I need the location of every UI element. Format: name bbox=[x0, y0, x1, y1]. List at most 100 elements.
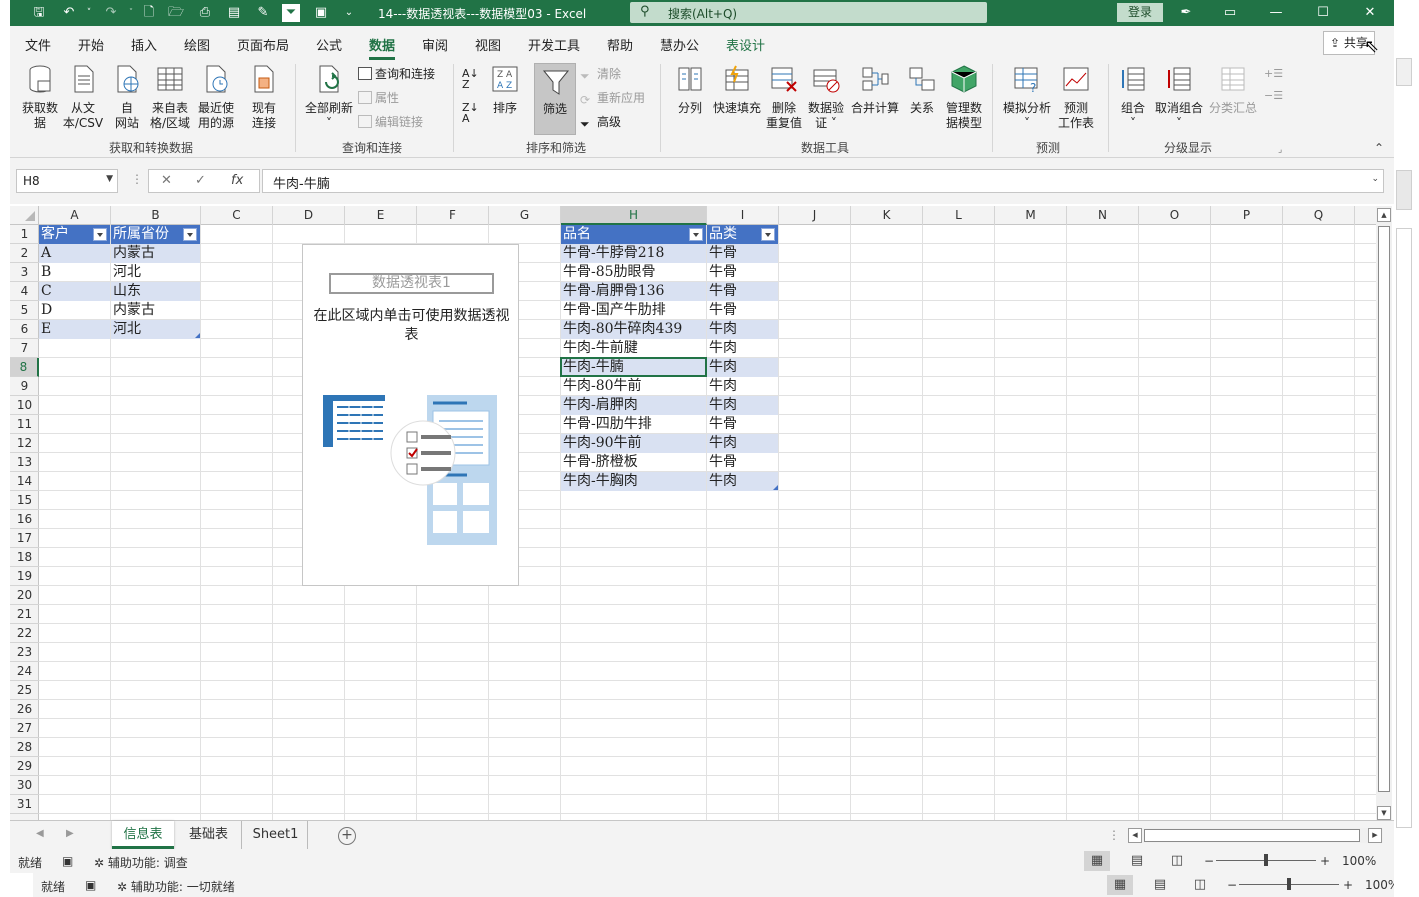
table-cell[interactable]: 牛骨 bbox=[707, 244, 778, 263]
tab-developer[interactable]: 开发工具 bbox=[528, 35, 580, 54]
column-header-M[interactable]: M bbox=[995, 206, 1067, 225]
page-break-view-icon-2[interactable]: ◫ bbox=[1187, 875, 1213, 895]
row-header-21[interactable]: 21 bbox=[10, 605, 39, 624]
tab-draw[interactable]: 绘图 bbox=[184, 35, 210, 54]
zoom-slider-knob-2[interactable] bbox=[1287, 878, 1291, 890]
horizontal-scrollbar[interactable]: ◀ ▶ bbox=[1128, 828, 1383, 843]
sheet-tab-info[interactable]: 信息表 bbox=[112, 821, 174, 849]
filter-dropdown-icon[interactable] bbox=[183, 228, 197, 241]
column-header-B[interactable]: B bbox=[111, 206, 201, 225]
table-cell[interactable]: 河北 bbox=[111, 263, 200, 282]
from-table-button[interactable]: 来自表 格/区域 bbox=[148, 64, 192, 131]
tab-data[interactable]: 数据 bbox=[369, 35, 396, 60]
cancel-icon[interactable]: ✕ bbox=[161, 173, 172, 188]
row-header-30[interactable]: 30 bbox=[10, 776, 39, 795]
zoom-in-icon[interactable]: + bbox=[1320, 854, 1330, 868]
accessibility-status-2[interactable]: ✲ 辅助功能: 一切就绪 bbox=[117, 878, 235, 895]
search-box[interactable]: ⚲ 搜索(Alt+Q) bbox=[630, 2, 987, 23]
insert-function-icon[interactable]: fx bbox=[231, 173, 243, 188]
tab-table-design[interactable]: 表设计 bbox=[726, 35, 765, 54]
data-validation-button[interactable]: 数据验证 ˅ bbox=[806, 64, 846, 131]
table-cell[interactable]: 牛骨-脐橙板 bbox=[561, 453, 706, 472]
row-header-11[interactable]: 11 bbox=[10, 415, 39, 434]
table-resize-handle[interactable] bbox=[773, 485, 778, 490]
horizontal-scroll-thumb[interactable] bbox=[1144, 829, 1360, 842]
column-header-E[interactable]: E bbox=[345, 206, 417, 225]
row-header-19[interactable]: 19 bbox=[10, 567, 39, 586]
column-header-G[interactable]: G bbox=[489, 206, 561, 225]
enter-icon[interactable]: ✓ bbox=[195, 173, 206, 188]
name-box-dropdown-icon[interactable]: ▼ bbox=[106, 174, 113, 184]
tab-help[interactable]: 帮助 bbox=[607, 35, 633, 54]
table-cell[interactable]: 牛骨 bbox=[707, 415, 778, 434]
column-header-N[interactable]: N bbox=[1067, 206, 1139, 225]
filter-quick-icon[interactable]: ⏷ bbox=[282, 4, 300, 22]
close-icon[interactable]: ✕ bbox=[1360, 3, 1380, 23]
row-header-1[interactable]: 1 bbox=[10, 225, 39, 244]
table-cell[interactable]: 山东 bbox=[111, 282, 200, 301]
row-header-31[interactable]: 31 bbox=[10, 795, 39, 814]
flash-fill-button[interactable]: 快速填充 bbox=[710, 64, 764, 116]
row-header-10[interactable]: 10 bbox=[10, 396, 39, 415]
tab-review[interactable]: 审阅 bbox=[422, 35, 448, 54]
page-layout-view-icon-2[interactable]: ▤ bbox=[1147, 875, 1173, 895]
expand-formula-icon[interactable]: ⌄ bbox=[1371, 174, 1379, 184]
redo-dropdown-icon[interactable]: ˅ bbox=[122, 4, 140, 22]
queries-connections-button[interactable]: 查询和连接 bbox=[358, 66, 435, 82]
table-cell[interactable]: 牛肉-牛腩 bbox=[561, 358, 706, 377]
column-header-C[interactable]: C bbox=[201, 206, 273, 225]
table-cell[interactable]: 牛肉-牛前腱 bbox=[561, 339, 706, 358]
row-header-4[interactable]: 4 bbox=[10, 282, 39, 301]
customize-qat-icon[interactable]: ⌄ bbox=[340, 4, 358, 22]
select-all-corner[interactable] bbox=[10, 206, 39, 225]
tab-huibangong[interactable]: 慧办公 bbox=[660, 35, 699, 54]
new-file-icon[interactable]: 🗋 bbox=[140, 4, 158, 22]
show-detail-icon[interactable]: +☰ bbox=[1264, 66, 1283, 82]
advanced-filter-button[interactable]: ⏷ 高级 bbox=[580, 114, 621, 131]
row-header-24[interactable]: 24 bbox=[10, 662, 39, 681]
row-header-29[interactable]: 29 bbox=[10, 757, 39, 776]
sort-za-button[interactable]: Z↓ A bbox=[462, 102, 479, 124]
column-header-O[interactable]: O bbox=[1139, 206, 1211, 225]
page-break-view-icon[interactable]: ◫ bbox=[1164, 851, 1190, 871]
ribbon-display-icon[interactable]: ▭ bbox=[1220, 3, 1240, 23]
table-cell[interactable]: 牛肉 bbox=[707, 377, 778, 396]
row-header-12[interactable]: 12 bbox=[10, 434, 39, 453]
clear-filter-button[interactable]: ⏷ 清除 bbox=[580, 66, 621, 83]
page-layout-view-icon[interactable]: ▤ bbox=[1124, 851, 1150, 871]
hide-detail-icon[interactable]: −☰ bbox=[1264, 88, 1283, 104]
row-header-8[interactable]: 8 bbox=[10, 358, 39, 377]
column-header-Q[interactable]: Q bbox=[1283, 206, 1355, 225]
quick-tool-icon[interactable]: ✎ bbox=[254, 4, 272, 22]
manage-data-model-button[interactable]: 管理数 据模型 bbox=[942, 64, 986, 131]
cells-area[interactable]: 客户 所属省份 A 内蒙古 B 河北 C 山东 D 内蒙古 E 河北 品名 品类 牛骨-牛脖骨218 牛骨 牛骨… bbox=[39, 225, 1376, 820]
row-header-25[interactable]: 25 bbox=[10, 681, 39, 700]
scroll-left-icon[interactable]: ◀ bbox=[1128, 828, 1142, 843]
next-sheet-icon[interactable]: ▶ bbox=[66, 828, 74, 839]
formula-bar-splitter-icon[interactable]: ⋮ bbox=[131, 172, 143, 186]
table-cell[interactable]: 内蒙古 bbox=[111, 301, 200, 320]
table-cell[interactable]: 内蒙古 bbox=[111, 244, 200, 263]
zoom-out-icon-2[interactable]: − bbox=[1227, 878, 1237, 892]
group-outline-button[interactable]: 组合 ˅ bbox=[1116, 64, 1150, 131]
properties-button[interactable]: 属性 bbox=[358, 90, 399, 106]
filter-dropdown-icon[interactable] bbox=[761, 228, 775, 241]
print-icon[interactable]: ⎙ bbox=[196, 4, 214, 22]
row-header-17[interactable]: 17 bbox=[10, 529, 39, 548]
table-cell[interactable]: B bbox=[39, 263, 110, 282]
row-header-23[interactable]: 23 bbox=[10, 643, 39, 662]
tab-insert[interactable]: 插入 bbox=[131, 35, 157, 54]
table-cell[interactable]: 牛肉-90牛前 bbox=[561, 434, 706, 453]
pen-icon[interactable]: ✒ bbox=[1176, 3, 1196, 23]
table-cell[interactable]: 牛肉 bbox=[707, 396, 778, 415]
table-cell[interactable]: 牛骨 bbox=[707, 301, 778, 320]
row-header-15[interactable]: 15 bbox=[10, 491, 39, 510]
row-header-2[interactable]: 2 bbox=[10, 244, 39, 263]
scroll-down-icon[interactable]: ▼ bbox=[1377, 806, 1391, 820]
relationships-button[interactable]: 关系 bbox=[904, 64, 940, 116]
vertical-scroll-thumb[interactable] bbox=[1378, 226, 1390, 792]
pdf-icon[interactable]: ▤ bbox=[225, 4, 243, 22]
name-box[interactable]: H8 ▼ bbox=[16, 169, 118, 193]
pivot-table-placeholder[interactable]: 数据透视表1 在此区域内单击可使用数据透视表 bbox=[302, 244, 519, 586]
table-cell[interactable]: 牛肉 bbox=[707, 434, 778, 453]
